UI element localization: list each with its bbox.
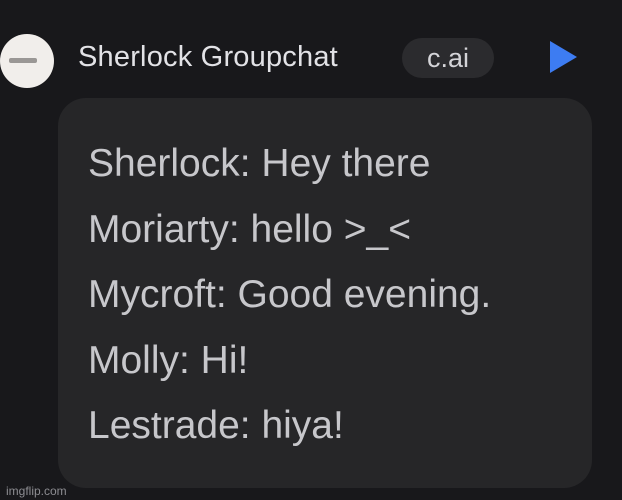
message-line: Sherlock: Hey there bbox=[88, 142, 431, 185]
message-line: Mycroft: Good evening. bbox=[88, 273, 492, 316]
avatar[interactable] bbox=[0, 34, 54, 88]
play-icon[interactable] bbox=[546, 38, 580, 76]
chat-header: Sherlock Groupchat c.ai bbox=[0, 22, 622, 88]
message-line: Molly: Hi! bbox=[88, 339, 249, 382]
message-line: Lestrade: hiya! bbox=[88, 404, 344, 447]
chat-title: Sherlock Groupchat bbox=[78, 41, 338, 73]
watermark-text: imgflip.com bbox=[6, 484, 67, 498]
character-ai-tag: c.ai bbox=[402, 38, 494, 78]
message-bubble: Sherlock: Hey there Moriarty: hello >_< … bbox=[58, 98, 592, 488]
avatar-logo-mark bbox=[9, 58, 37, 63]
message-line: Moriarty: hello >_< bbox=[88, 208, 411, 251]
